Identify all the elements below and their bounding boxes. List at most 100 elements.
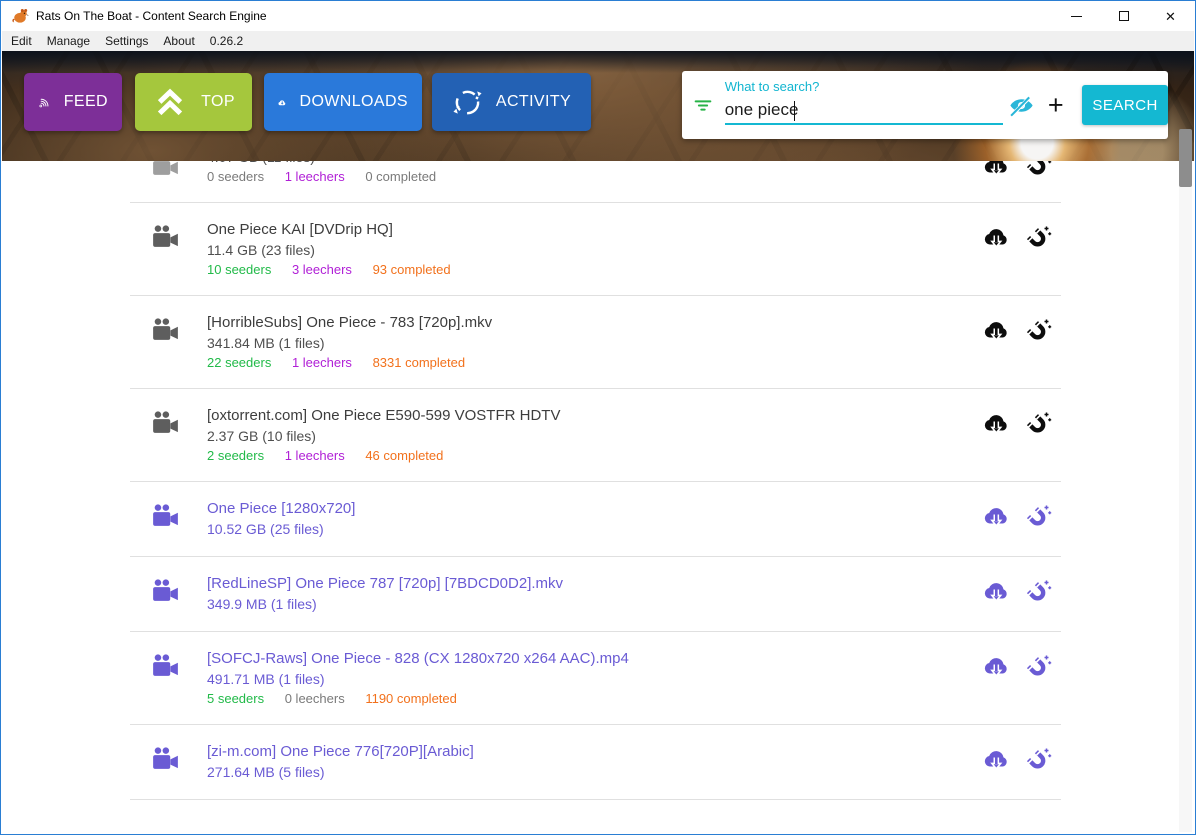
result-stats: 0 seeders 1 leechers 0 completed [207, 168, 983, 186]
download-cloud-icon [983, 411, 1010, 438]
leechers-count: 1 leechers [285, 448, 345, 463]
result-row: [oxtorrent.com] One Piece E590-599 VOSTF… [130, 389, 1061, 482]
seeders-count: 22 seeders [207, 355, 271, 370]
completed-count: 1190 completed [365, 691, 457, 706]
download-button[interactable] [983, 318, 1010, 345]
result-row: 4.07 GB (11 files) 0 seeders 1 leechers … [130, 161, 1061, 203]
result-title[interactable]: [SOFCJ-Raws] One Piece - 828 (CX 1280x72… [207, 648, 983, 669]
result-stats: 10 seeders 3 leechers 93 completed [207, 261, 983, 279]
downloads-label: DOWNLOADS [300, 93, 409, 111]
completed-count: 8331 completed [373, 355, 466, 370]
download-button[interactable] [983, 161, 1010, 180]
completed-count: 46 completed [365, 448, 443, 463]
magnet-button[interactable] [1025, 504, 1052, 531]
download-cloud-icon [983, 654, 1010, 681]
download-button[interactable] [983, 654, 1010, 681]
magnet-icon [1025, 504, 1052, 531]
completed-count: 93 completed [373, 262, 451, 277]
magnet-icon [1025, 654, 1052, 681]
window-title: Rats On The Boat - Content Search Engine [36, 9, 267, 23]
download-cloud-icon [983, 161, 1010, 180]
result-stats: 2 seeders 1 leechers 46 completed [207, 447, 983, 465]
video-icon [130, 405, 207, 434]
result-row: [SOFCJ-Raws] One Piece - 828 (CX 1280x72… [130, 632, 1061, 725]
magnet-button[interactable] [1025, 411, 1052, 438]
download-cloud-icon [983, 579, 1010, 606]
minimize-button[interactable] [1053, 1, 1100, 31]
magnet-button[interactable] [1025, 161, 1052, 180]
result-title[interactable]: [HorribleSubs] One Piece - 783 [720p].mk… [207, 312, 983, 333]
download-button[interactable] [983, 504, 1010, 531]
video-icon [130, 741, 207, 770]
magnet-icon [1025, 747, 1052, 774]
top-label: TOP [201, 93, 235, 111]
download-button[interactable] [983, 225, 1010, 252]
menu-about[interactable]: About [163, 34, 194, 48]
eye-off-icon [1008, 92, 1035, 119]
download-cloud-icon [983, 504, 1010, 531]
scrollbar-track[interactable] [1179, 161, 1192, 832]
download-button[interactable] [983, 579, 1010, 606]
magnet-button[interactable] [1025, 747, 1052, 774]
result-size: 491.71 MB (1 files) [207, 669, 983, 690]
magnet-button[interactable] [1025, 579, 1052, 606]
result-stats: 5 seeders 0 leechers 1190 completed [207, 690, 983, 708]
menubar: Edit Manage Settings About 0.26.2 [2, 31, 1194, 51]
result-size: 11.4 GB (23 files) [207, 240, 983, 261]
filter-icon[interactable] [692, 94, 714, 116]
leechers-count: 0 leechers [285, 691, 345, 706]
magnet-button[interactable] [1025, 318, 1052, 345]
video-icon [130, 312, 207, 341]
video-icon [130, 219, 207, 248]
result-title[interactable]: [oxtorrent.com] One Piece E590-599 VOSTF… [207, 405, 983, 426]
menu-manage[interactable]: Manage [47, 34, 90, 48]
download-button[interactable] [983, 747, 1010, 774]
magnet-icon [1025, 225, 1052, 252]
close-button[interactable]: ✕ [1147, 1, 1194, 31]
completed-count: 0 completed [365, 169, 436, 184]
maximize-button[interactable] [1100, 1, 1147, 31]
result-row: One Piece KAI [DVDrip HQ] 11.4 GB (23 fi… [130, 203, 1061, 296]
result-title[interactable]: [RedLineSP] One Piece 787 [720p] [7BDCD0… [207, 573, 983, 594]
hide-results-button[interactable] [1002, 85, 1041, 125]
search-input[interactable] [725, 97, 1003, 125]
result-title[interactable]: One Piece [1280x720] [207, 498, 983, 519]
top-button[interactable]: TOP [135, 73, 252, 131]
search-panel: What to search? + SEARCH [682, 71, 1168, 139]
app-window: Rats On The Boat - Content Search Engine… [0, 0, 1196, 835]
download-button[interactable] [983, 411, 1010, 438]
results-list: 4.07 GB (11 files) 0 seeders 1 leechers … [2, 161, 1194, 800]
result-size: 349.9 MB (1 files) [207, 594, 983, 615]
result-size: 10.52 GB (25 files) [207, 519, 983, 540]
menu-edit[interactable]: Edit [11, 34, 32, 48]
plus-icon: + [1048, 90, 1064, 121]
feed-button[interactable]: FEED [24, 73, 122, 131]
result-row: [zi-m.com] One Piece 776[720P][Arabic] 2… [130, 725, 1061, 800]
downloads-button[interactable]: DOWNLOADS [264, 73, 422, 131]
magnet-button[interactable] [1025, 225, 1052, 252]
activity-button[interactable]: ACTIVITY [432, 73, 591, 131]
download-cloud-icon [983, 225, 1010, 252]
add-search-tab-button[interactable]: + [1041, 85, 1070, 125]
feed-label: FEED [64, 93, 108, 111]
menu-settings[interactable]: Settings [105, 34, 148, 48]
sync-icon [452, 87, 483, 118]
leechers-count: 1 leechers [292, 355, 352, 370]
maximize-icon [1119, 11, 1129, 21]
minimize-icon [1071, 16, 1082, 17]
results-area: 4.07 GB (11 files) 0 seeders 1 leechers … [2, 161, 1194, 833]
scrollbar-thumb[interactable] [1179, 129, 1192, 187]
result-title[interactable]: One Piece KAI [DVDrip HQ] [207, 219, 983, 240]
magnet-icon [1025, 411, 1052, 438]
magnet-button[interactable] [1025, 654, 1052, 681]
magnet-icon [1025, 318, 1052, 345]
seeders-count: 5 seeders [207, 691, 264, 706]
video-icon [130, 498, 207, 527]
result-size: 4.07 GB (11 files) [207, 161, 983, 168]
result-stats: 22 seeders 1 leechers 8331 completed [207, 354, 983, 372]
search-button[interactable]: SEARCH [1082, 85, 1168, 125]
video-icon [130, 573, 207, 602]
result-title[interactable]: [zi-m.com] One Piece 776[720P][Arabic] [207, 741, 983, 762]
download-cloud-icon [983, 747, 1010, 774]
magnet-icon [1025, 579, 1052, 606]
